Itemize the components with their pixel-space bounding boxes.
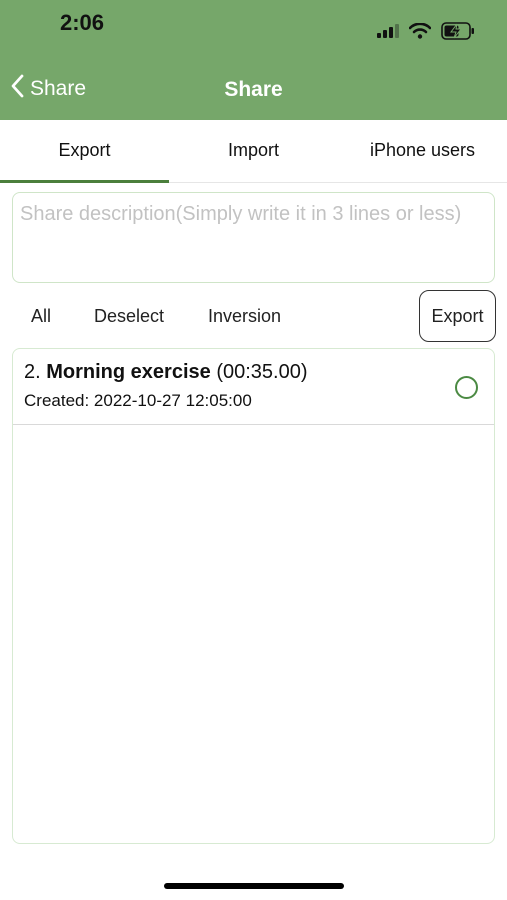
tab-import[interactable]: Import [169, 120, 338, 182]
deselect-button[interactable]: Deselect [94, 306, 164, 327]
tab-export[interactable]: Export [0, 120, 169, 183]
home-indicator [164, 883, 344, 889]
list-item[interactable]: 2. Morning exercise (00:35.00) Created: … [13, 349, 494, 425]
inversion-button[interactable]: Inversion [208, 306, 281, 327]
item-created: Created: 2022-10-27 12:05:00 [24, 391, 252, 410]
tab-iphone-users[interactable]: iPhone users [338, 120, 507, 182]
item-name: Morning exercise [46, 361, 211, 383]
status-icons [377, 22, 475, 45]
export-list: 2. Morning exercise (00:35.00) Created: … [12, 348, 495, 844]
item-select-radio[interactable] [455, 376, 478, 399]
item-duration: (00:35.00) [216, 361, 308, 383]
battery-charging-icon [441, 22, 475, 45]
tab-bar: Export Import iPhone users [0, 120, 507, 183]
header: 2:06 Share Share [0, 0, 507, 120]
action-row: All Deselect Inversion Export [0, 290, 507, 344]
share-screen: 2:06 Share Share Export Import iPhone us… [0, 0, 507, 900]
item-title: 2. Morning exercise (00:35.00) [24, 361, 308, 384]
status-time: 2:06 [60, 10, 105, 35]
wifi-icon [408, 22, 432, 44]
description-box [12, 192, 495, 283]
signal-icon [377, 24, 399, 43]
page-title: Share [224, 78, 283, 101]
item-index: 2. [24, 361, 41, 383]
share-description-input[interactable] [13, 193, 494, 282]
select-all-button[interactable]: All [31, 306, 51, 327]
export-button[interactable]: Export [419, 290, 496, 342]
